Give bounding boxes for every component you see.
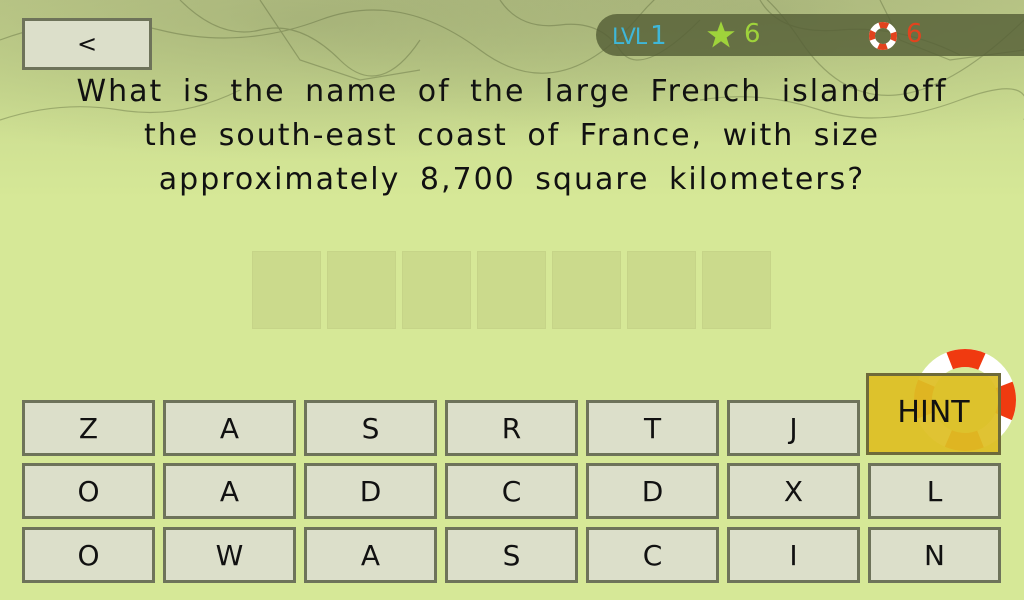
answer-slot[interactable] xyxy=(702,251,771,329)
lives-count: 6 xyxy=(906,19,923,49)
letter-key[interactable]: Z xyxy=(22,400,155,456)
letter-key[interactable]: T xyxy=(586,400,719,456)
level-prefix: LVL xyxy=(612,25,647,50)
letter-key[interactable]: J xyxy=(727,400,860,456)
answer-slots xyxy=(252,251,771,329)
answer-slot[interactable] xyxy=(327,251,396,329)
letter-key[interactable]: O xyxy=(22,527,155,583)
letter-key[interactable]: D xyxy=(586,463,719,519)
letter-key[interactable]: N xyxy=(868,527,1001,583)
answer-slot[interactable] xyxy=(552,251,621,329)
star-icon xyxy=(707,21,735,48)
level-indicator: LVL 1 xyxy=(612,21,667,51)
answer-slot[interactable] xyxy=(627,251,696,329)
letter-key[interactable]: I xyxy=(727,527,860,583)
letter-key[interactable]: A xyxy=(163,463,296,519)
letter-key[interactable]: C xyxy=(586,527,719,583)
question-text: What is the name of the large French isl… xyxy=(76,74,948,197)
letter-key[interactable]: S xyxy=(304,400,437,456)
level-value: 1 xyxy=(650,21,667,51)
letter-key[interactable]: A xyxy=(304,527,437,583)
letter-key[interactable]: X xyxy=(727,463,860,519)
letter-key[interactable]: S xyxy=(445,527,578,583)
letter-key[interactable]: L xyxy=(868,463,1001,519)
letter-key[interactable]: O xyxy=(22,463,155,519)
letter-key[interactable]: R xyxy=(445,400,578,456)
status-bar: LVL 1 6 6 xyxy=(596,14,1024,56)
stars-count: 6 xyxy=(744,19,761,49)
back-button[interactable]: < xyxy=(22,18,152,70)
hint-button[interactable]: HINT xyxy=(866,373,1001,455)
answer-slot[interactable] xyxy=(402,251,471,329)
lifebuoy-icon xyxy=(869,22,897,50)
answer-slot[interactable] xyxy=(252,251,321,329)
letter-key[interactable]: C xyxy=(445,463,578,519)
answer-slot[interactable] xyxy=(477,251,546,329)
letter-key[interactable]: D xyxy=(304,463,437,519)
letter-key[interactable]: W xyxy=(163,527,296,583)
letter-key[interactable]: A xyxy=(163,400,296,456)
